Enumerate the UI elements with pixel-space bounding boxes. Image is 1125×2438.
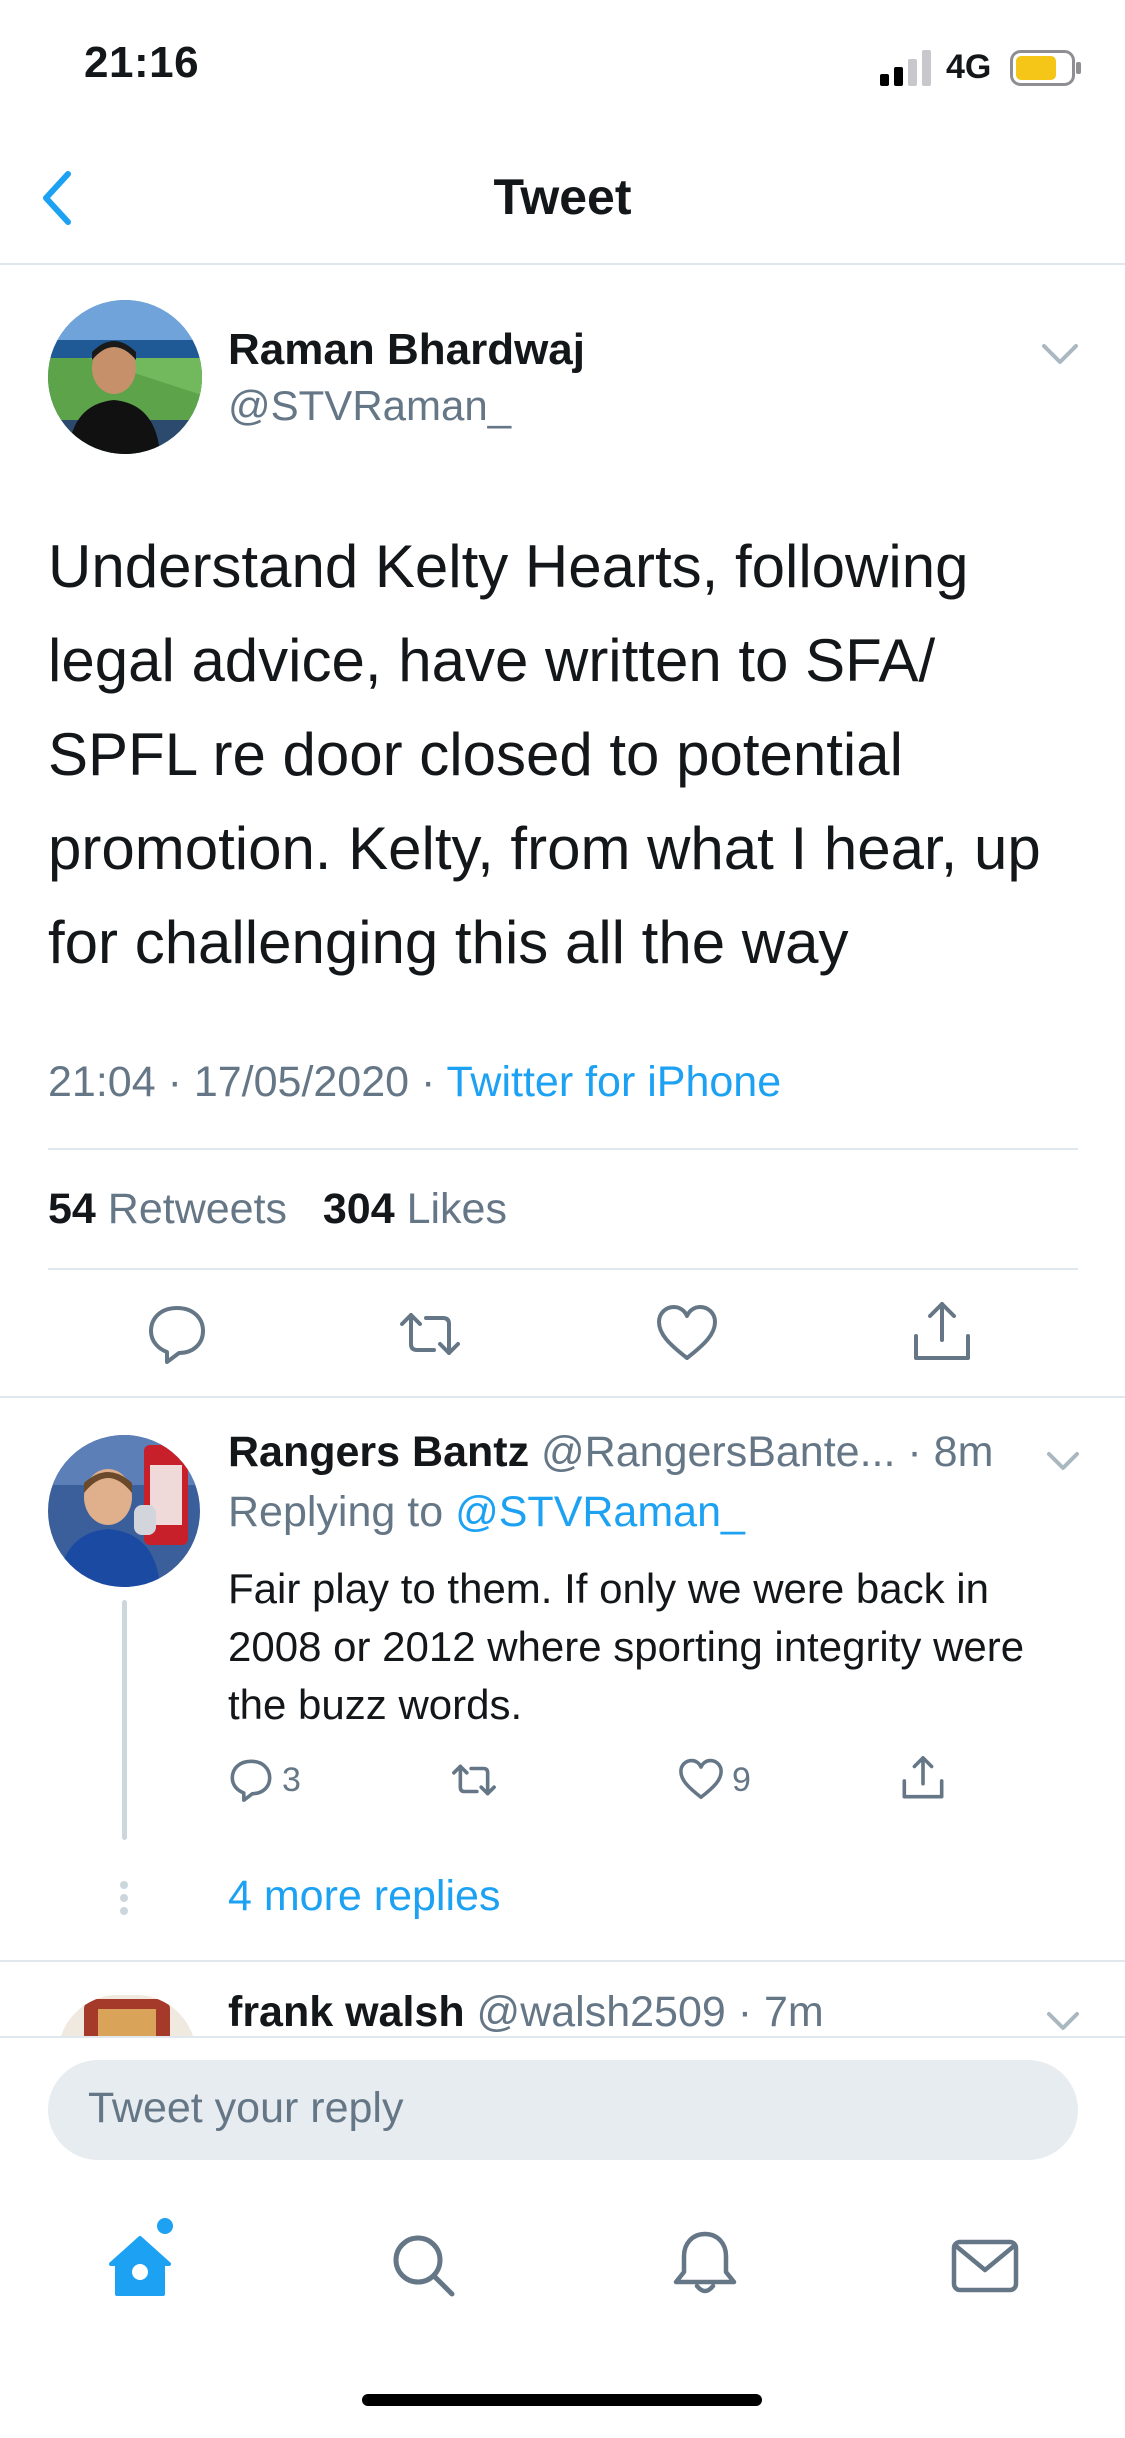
network-type: 4G bbox=[946, 48, 992, 86]
like-icon bbox=[679, 1758, 723, 1800]
tweet-timestamp: 21:04 · 17/05/2020 · Twitter for iPhone bbox=[48, 1058, 782, 1106]
retweet-icon[interactable] bbox=[398, 1302, 462, 1366]
reply-age: · 8m bbox=[907, 1428, 994, 1476]
replying-to-mention[interactable]: @STVRaman_ bbox=[455, 1488, 745, 1536]
share-icon bbox=[902, 1756, 944, 1799]
home-icon[interactable] bbox=[105, 2230, 175, 2300]
nav-divider bbox=[0, 263, 1125, 265]
reply-age: · 7m bbox=[737, 1988, 824, 2036]
divider bbox=[48, 1148, 1078, 1150]
retweets-stat[interactable]: 54 Retweets bbox=[48, 1185, 287, 1233]
chevron-left-icon[interactable] bbox=[38, 168, 78, 228]
tweet-text: Understand Kelty Hearts, following legal… bbox=[48, 533, 1041, 976]
signal-icon bbox=[880, 50, 931, 86]
more-replies-link[interactable]: 4 more replies bbox=[228, 1872, 500, 1921]
retweet-icon bbox=[452, 1764, 496, 1796]
messages-icon[interactable] bbox=[950, 2232, 1020, 2302]
reply-header: Rangers Bantz @RangersBante... · 8m bbox=[228, 1428, 993, 1477]
reply-author-name[interactable]: frank walsh bbox=[228, 1988, 465, 2036]
reply-author-avatar[interactable] bbox=[48, 1435, 200, 1587]
reply-placeholder[interactable]: Tweet your reply bbox=[88, 2084, 403, 2133]
share-icon[interactable] bbox=[910, 1300, 974, 1364]
tweet-date: 17/05/2020 bbox=[193, 1058, 410, 1106]
thread-line bbox=[122, 1600, 127, 1840]
like-count: 9 bbox=[732, 1760, 751, 1799]
reply-author-handle[interactable]: @RangersBante... bbox=[541, 1428, 895, 1476]
notifications-icon[interactable] bbox=[670, 2228, 740, 2298]
chevron-down-icon[interactable] bbox=[1045, 1448, 1081, 1474]
reply-icon[interactable] bbox=[145, 1302, 209, 1366]
divider bbox=[0, 1396, 1125, 1398]
reply-like-action[interactable]: 9 bbox=[678, 1754, 751, 1806]
chevron-down-icon[interactable] bbox=[1045, 2008, 1081, 2034]
reply-text: Fair play to them. If only we were back … bbox=[228, 1565, 1025, 1728]
tweet-time: 21:04 bbox=[48, 1058, 156, 1106]
reply-header: frank walsh @walsh2509 · 7m bbox=[228, 1988, 824, 2037]
status-time: 21:16 bbox=[84, 38, 200, 87]
home-notification-dot bbox=[157, 2218, 173, 2234]
author-handle[interactable]: @STVRaman_ bbox=[228, 382, 511, 430]
like-icon[interactable] bbox=[655, 1302, 719, 1366]
thread-dots-icon bbox=[120, 1881, 128, 1915]
tweet-source-link[interactable]: Twitter for iPhone bbox=[447, 1058, 782, 1106]
tweet-stats: 54 Retweets 304 Likes bbox=[48, 1185, 507, 1234]
replying-to: Replying to @STVRaman_ bbox=[228, 1488, 745, 1536]
author-avatar[interactable] bbox=[48, 300, 202, 454]
page-title: Tweet bbox=[493, 169, 632, 225]
chevron-down-icon[interactable] bbox=[1040, 340, 1080, 368]
reply-author-handle[interactable]: @walsh2509 bbox=[477, 1988, 726, 2036]
reply-retweet-action[interactable] bbox=[448, 1754, 500, 1806]
home-indicator bbox=[362, 2394, 762, 2406]
search-icon[interactable] bbox=[388, 2230, 458, 2300]
author-name[interactable]: Raman Bhardwaj bbox=[228, 325, 585, 375]
battery-icon bbox=[1010, 50, 1081, 86]
reply-count: 3 bbox=[282, 1760, 301, 1799]
likes-stat[interactable]: 304 Likes bbox=[323, 1185, 507, 1233]
reply-reply-action[interactable]: 3 bbox=[228, 1754, 301, 1806]
reply-share-action[interactable] bbox=[900, 1752, 946, 1804]
divider bbox=[48, 1268, 1078, 1270]
reply-author-name[interactable]: Rangers Bantz bbox=[228, 1428, 529, 1476]
reply-icon bbox=[230, 1759, 272, 1802]
divider bbox=[0, 1960, 1125, 1962]
